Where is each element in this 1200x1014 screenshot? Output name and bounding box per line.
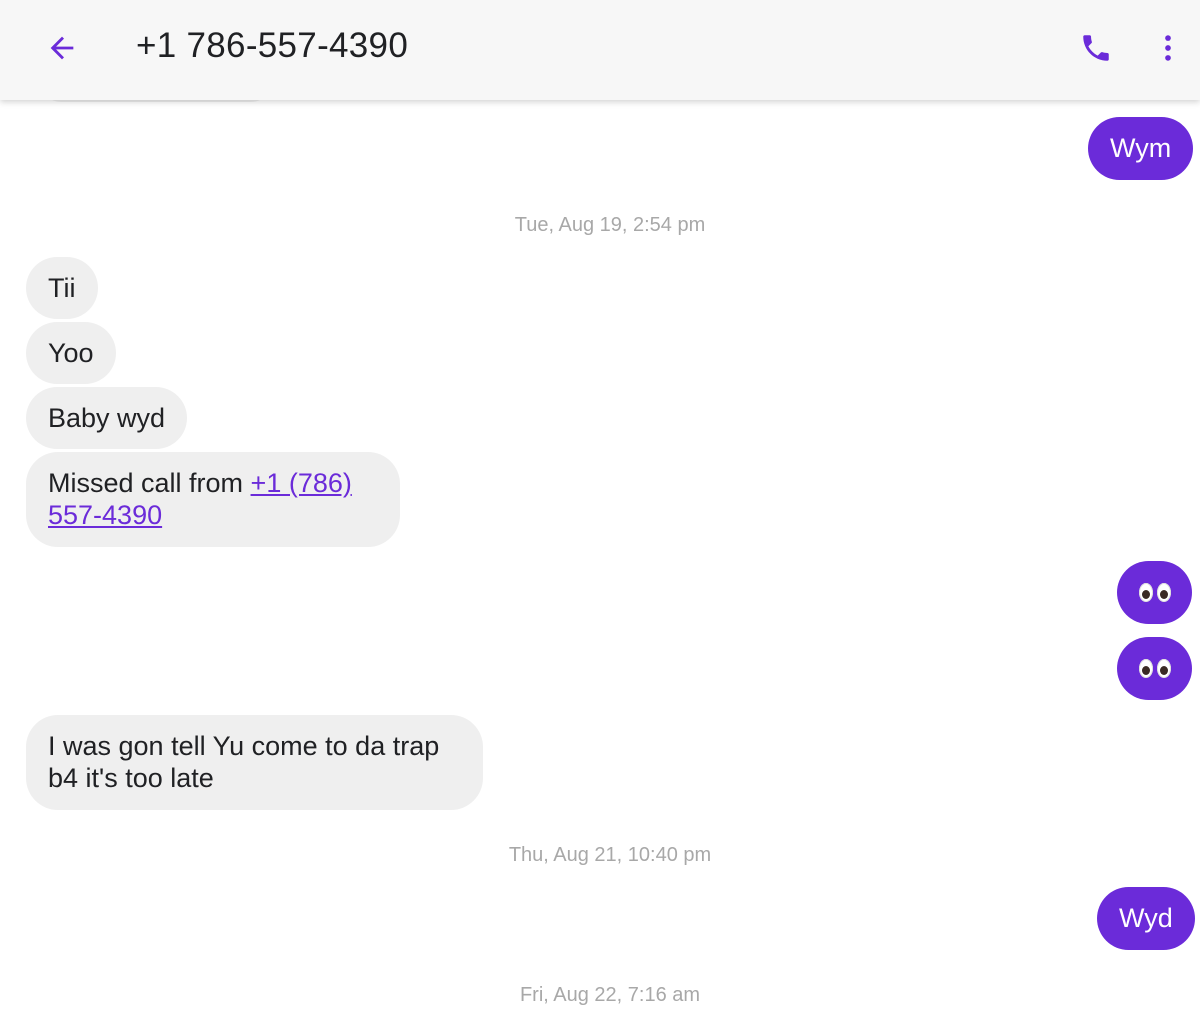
timestamp: Fri, Aug 22, 7:16 am	[519, 984, 701, 1006]
phone-number-link[interactable]: +1 (786)	[251, 468, 352, 498]
incoming-message[interactable]: Baby wyd	[26, 387, 188, 449]
timestamp: Thu, Aug 21, 10:40 pm	[508, 844, 712, 866]
more-vert-icon	[1165, 35, 1171, 61]
outgoing-message[interactable]: Wym	[1088, 117, 1194, 180]
call-button[interactable]	[1072, 24, 1120, 72]
message-text: I was gon tell Yu come to da trap	[48, 731, 440, 761]
message-text: Wym	[1110, 133, 1172, 163]
message-text: Tii	[48, 273, 76, 303]
eyes-emoji-icon	[1138, 583, 1153, 602]
outgoing-emoji-message[interactable]	[1117, 561, 1192, 624]
missed-call-message[interactable]: Missed call from +1 (786) 557-4390	[26, 452, 400, 547]
message-text: Baby wyd	[48, 403, 166, 433]
back-button[interactable]	[38, 24, 86, 72]
outgoing-message[interactable]: Wyd	[1097, 887, 1195, 950]
timestamp: Tue, Aug 19, 2:54 pm	[514, 214, 706, 236]
more-options-button[interactable]	[1144, 24, 1192, 72]
conversation-header: +1 786-557-4390	[0, 0, 1200, 100]
eyes-emoji-icon	[1138, 659, 1153, 678]
arrow-back-icon	[50, 36, 74, 60]
message-text: Yoo	[48, 338, 94, 368]
incoming-message[interactable]: I was gon tell Yu come to da trap b4 it'…	[26, 715, 483, 810]
contact-title: +1 786-557-4390	[136, 26, 409, 65]
phone-icon	[1083, 35, 1109, 61]
outgoing-emoji-message[interactable]	[1117, 637, 1192, 700]
phone-number-link[interactable]: 557-4390	[48, 500, 162, 530]
eyes-emoji-icon	[1156, 583, 1171, 602]
message-text: Wyd	[1119, 903, 1173, 933]
message-text: Missed call from	[48, 468, 251, 498]
incoming-message[interactable]: Yoo	[26, 322, 116, 384]
message-text: b4 it's too late	[48, 763, 214, 793]
eyes-emoji-icon	[1156, 659, 1171, 678]
incoming-message[interactable]: Tii	[26, 257, 98, 319]
